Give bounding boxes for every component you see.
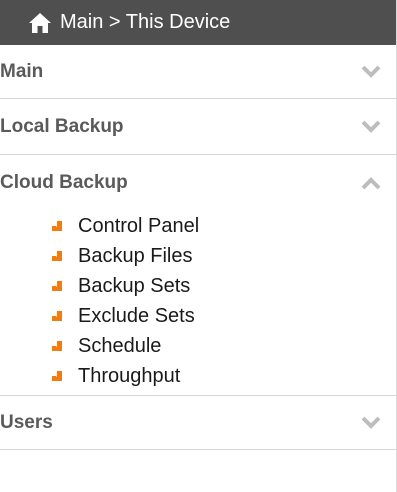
submenu-item-control-panel[interactable]: Control Panel xyxy=(0,211,396,241)
breadcrumb[interactable]: Main > This Device xyxy=(60,11,230,34)
chevron-up-icon[interactable] xyxy=(360,172,382,194)
bullet-arrow-icon xyxy=(50,279,64,293)
submenu-item-label: Backup Files xyxy=(78,244,193,267)
breadcrumb-header[interactable]: Main > This Device xyxy=(0,0,396,45)
submenu-item-schedule[interactable]: Schedule xyxy=(0,331,396,361)
submenu-item-exclude-sets[interactable]: Exclude Sets xyxy=(0,301,396,331)
section-cloud-backup-label: Cloud Backup xyxy=(0,172,128,193)
home-icon[interactable] xyxy=(28,12,52,34)
section-users-label: Users xyxy=(0,411,53,433)
submenu-item-label: Throughput xyxy=(78,364,181,387)
submenu-item-label: Control Panel xyxy=(78,214,200,237)
chevron-down-icon[interactable] xyxy=(360,116,382,138)
section-local-backup-label: Local Backup xyxy=(0,115,124,137)
submenu-item-label: Backup Sets xyxy=(78,274,191,297)
bullet-arrow-icon xyxy=(50,219,64,233)
section-main-label: Main xyxy=(0,60,44,82)
submenu-item-label: Schedule xyxy=(78,334,162,357)
bullet-arrow-icon xyxy=(50,369,64,383)
chevron-down-icon[interactable] xyxy=(360,412,382,434)
submenu-item-label: Exclude Sets xyxy=(78,304,195,327)
bullet-arrow-icon xyxy=(50,339,64,353)
submenu-item-backup-files[interactable]: Backup Files xyxy=(0,241,396,271)
navigation-panel: Main > This Device Main Local Backup Clo… xyxy=(0,0,397,492)
cloud-backup-submenu: Control Panel Backup Files Backup Sets E… xyxy=(0,211,396,396)
bullet-arrow-icon xyxy=(50,309,64,323)
submenu-item-backup-sets[interactable]: Backup Sets xyxy=(0,271,396,301)
chevron-down-icon[interactable] xyxy=(360,61,382,83)
section-users[interactable]: Users xyxy=(0,396,396,450)
section-cloud-backup[interactable]: Cloud Backup xyxy=(0,155,396,211)
submenu-item-throughput[interactable]: Throughput xyxy=(0,361,396,391)
section-main[interactable]: Main xyxy=(0,45,396,99)
section-local-backup[interactable]: Local Backup xyxy=(0,99,396,155)
bullet-arrow-icon xyxy=(50,249,64,263)
